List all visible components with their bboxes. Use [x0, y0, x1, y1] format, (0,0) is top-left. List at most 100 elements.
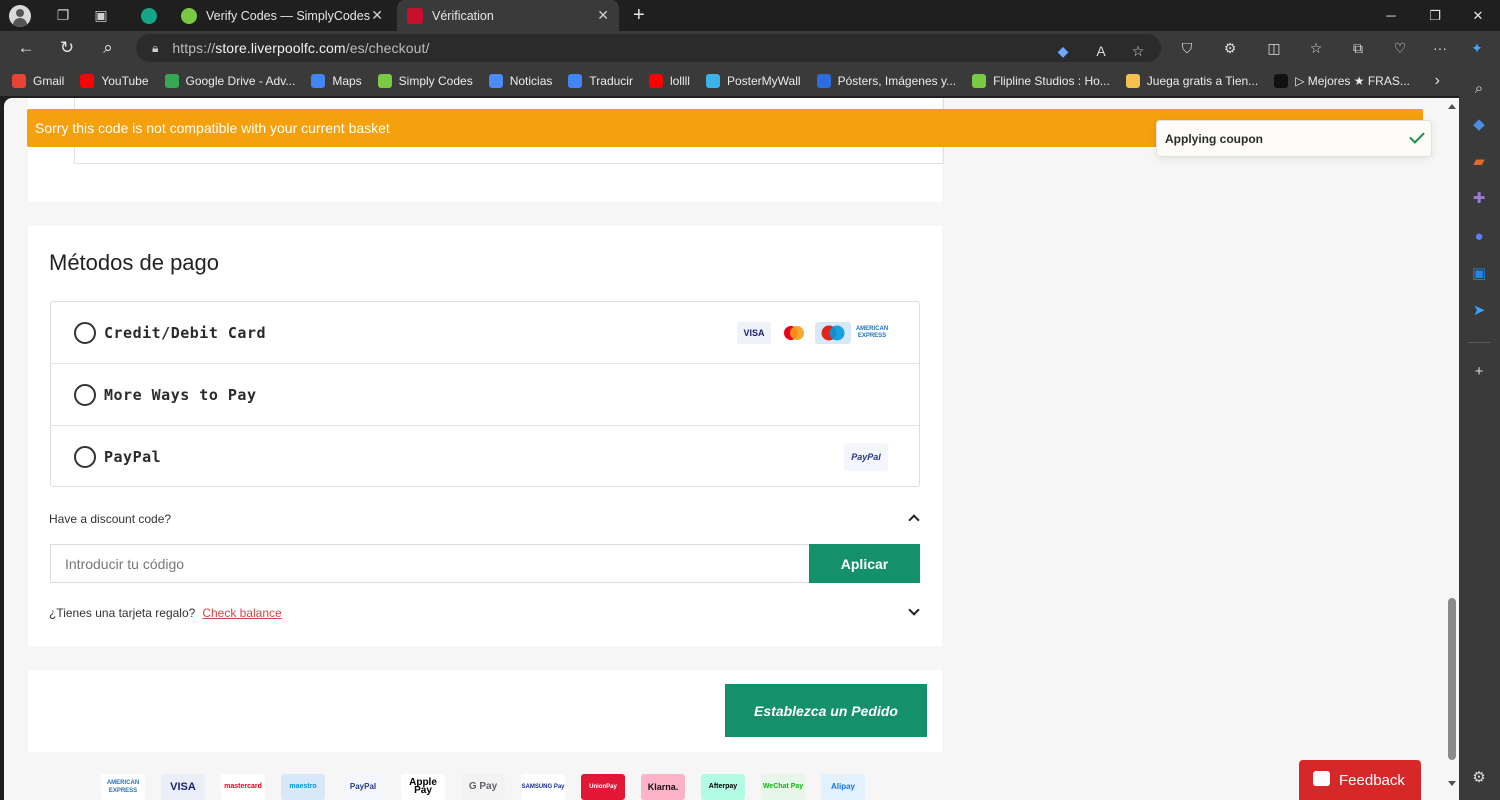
- bookmark-label: Maps: [332, 73, 362, 88]
- card-radio[interactable]: [74, 321, 96, 344]
- url-text[interactable]: https://store.liverpoolfc.com/es/checkou…: [172, 40, 429, 56]
- footer-payment-logo: G Pay: [461, 774, 505, 800]
- applying-coupon-toast: Applying coupon: [1156, 120, 1432, 157]
- bookmark-item[interactable]: PosterMyWall: [705, 73, 801, 88]
- footer-payment-logo: WeChat Pay: [761, 774, 805, 800]
- split-screen-icon[interactable]: ◫: [1264, 38, 1284, 58]
- address-bar[interactable]: 🔒︎ https://store.liverpoolfc.com/es/chec…: [136, 34, 1161, 62]
- order-section: Establezca un Pedido: [28, 670, 942, 752]
- workspaces-icon[interactable]: ❐: [51, 4, 75, 28]
- tab-label: Verify Codes — SimplyCodes: [206, 8, 370, 23]
- bookmark-item[interactable]: Google Drive - Adv...: [164, 73, 295, 88]
- payment-option-card[interactable]: Credit/Debit Card VISA AMERICAN EXPRESS: [51, 302, 919, 364]
- scroll-up-icon[interactable]: [1448, 104, 1456, 109]
- footer-payment-logo: SAMSUNG Pay: [521, 774, 565, 800]
- apply-code-button[interactable]: Aplicar: [809, 544, 920, 583]
- sidebar-copilot-icon[interactable]: ●: [1468, 225, 1490, 247]
- bookmark-item[interactable]: YouTube: [80, 73, 149, 88]
- bookmark-item[interactable]: Flipline Studios : Ho...: [972, 73, 1110, 88]
- profile-avatar-icon[interactable]: [9, 4, 31, 27]
- footer-payment-logo: maestro: [281, 774, 325, 800]
- sidebar-settings-icon[interactable]: ⚙: [1468, 766, 1490, 788]
- paypal-radio[interactable]: [74, 446, 96, 468]
- discount-code-input[interactable]: [50, 544, 810, 583]
- bookmark-item[interactable]: Maps: [311, 73, 362, 88]
- bookmark-favicon-icon: [816, 73, 831, 88]
- pinned-tab-icon[interactable]: [137, 4, 161, 28]
- payment-option-more[interactable]: More Ways to Pay: [51, 364, 919, 426]
- check-balance-link[interactable]: Check balance: [202, 606, 281, 620]
- payment-option-label: PayPal: [104, 448, 162, 466]
- search-icon[interactable]: ⌕: [93, 33, 123, 63]
- bookmark-item[interactable]: Juega gratis a Tien...: [1125, 73, 1258, 88]
- chevron-down-icon[interactable]: [908, 604, 920, 616]
- bookmark-item[interactable]: Pósters, Imágenes y...: [816, 73, 956, 88]
- sidebar-send-icon[interactable]: ➤: [1468, 299, 1490, 321]
- sidebar-add-icon[interactable]: +: [1468, 360, 1490, 382]
- close-tab-icon[interactable]: ✕: [371, 7, 383, 24]
- scroll-thumb[interactable]: [1448, 598, 1456, 760]
- toast-message: Applying coupon: [1165, 131, 1263, 146]
- restore-icon[interactable]: ❐: [1412, 0, 1458, 31]
- read-aloud-icon[interactable]: A: [1091, 41, 1111, 61]
- maestro-logo: [815, 321, 851, 344]
- tab-verification[interactable]: Vérification ✕: [397, 0, 619, 31]
- bookmark-item[interactable]: Traducir: [568, 73, 633, 88]
- shield-icon[interactable]: ⛉: [1177, 38, 1197, 58]
- bookmark-favicon-icon: [377, 73, 392, 88]
- back-icon[interactable]: ←: [11, 33, 41, 63]
- scroll-down-icon[interactable]: [1448, 781, 1456, 786]
- coupon-tag-icon[interactable]: ◆: [1053, 41, 1073, 61]
- bookmark-favicon-icon: [705, 73, 720, 88]
- lock-icon[interactable]: 🔒︎: [152, 41, 158, 56]
- copilot-icon[interactable]: ✦: [1467, 38, 1487, 58]
- feedback-icon: [1313, 771, 1330, 786]
- payment-option-paypal[interactable]: PayPal PayPal: [51, 426, 919, 488]
- bookmarks-overflow-icon[interactable]: ›: [1435, 72, 1440, 90]
- minimize-icon[interactable]: ─: [1368, 0, 1414, 31]
- chevron-up-icon[interactable]: [908, 514, 920, 526]
- bookmark-favicon-icon: [311, 73, 326, 88]
- sidebar-games-icon[interactable]: ✚: [1468, 187, 1490, 209]
- footer-payment-logo: Afterpay: [701, 774, 745, 800]
- tab-simplycodes[interactable]: Verify Codes — SimplyCodes ✕: [171, 0, 393, 31]
- tab-actions-icon[interactable]: ▣: [89, 4, 113, 28]
- place-order-button[interactable]: Establezca un Pedido: [725, 684, 927, 737]
- footer-payment-logo: AMERICAN EXPRESS: [101, 774, 145, 800]
- sidebar-search-icon[interactable]: ⌕: [1468, 77, 1490, 99]
- liverpool-icon: [407, 7, 423, 24]
- collections-icon[interactable]: ⧉: [1348, 38, 1368, 58]
- sidebar-shopping-icon[interactable]: ◆: [1468, 113, 1490, 135]
- footer-payment-logo: UnionPay: [581, 774, 625, 800]
- payment-option-label: More Ways to Pay: [104, 385, 257, 404]
- bookmark-item[interactable]: Gmail: [12, 73, 65, 88]
- bookmark-label: Flipline Studios : Ho...: [993, 73, 1110, 88]
- footer-payment-logo: PayPal: [341, 774, 385, 800]
- extensions-icon[interactable]: ⚙: [1220, 38, 1240, 58]
- refresh-icon[interactable]: ↻: [52, 33, 82, 63]
- more-ways-radio[interactable]: [74, 383, 96, 406]
- new-tab-icon[interactable]: +: [633, 4, 645, 27]
- bookmark-favicon-icon: [568, 73, 583, 88]
- footer-payment-logo: Klarna.: [641, 774, 685, 800]
- bookmark-item[interactable]: Simply Codes: [377, 73, 473, 88]
- performance-icon[interactable]: ♡: [1390, 38, 1410, 58]
- visa-logo: VISA: [737, 321, 771, 344]
- feedback-button[interactable]: Feedback: [1299, 760, 1421, 800]
- footer-payment-logo: VISA: [161, 774, 205, 800]
- sidebar-tools-icon[interactable]: ▰: [1468, 150, 1490, 172]
- bookmark-label: Gmail: [33, 73, 65, 88]
- bookmark-item[interactable]: Noticias: [488, 73, 552, 88]
- bookmark-item[interactable]: lollll: [648, 73, 690, 88]
- more-menu-icon[interactable]: ···: [1430, 38, 1450, 58]
- sidebar-outlook-icon[interactable]: ▣: [1468, 262, 1490, 284]
- footer-payment-logo: Apple Pay: [401, 774, 445, 800]
- close-tab-icon[interactable]: ✕: [597, 7, 609, 24]
- page-scrollbar[interactable]: [1445, 98, 1459, 800]
- favorites-icon[interactable]: ☆: [1306, 38, 1326, 58]
- bookmark-item[interactable]: ▷ Mejores ★ FRAS...: [1274, 73, 1410, 88]
- bookmark-favicon-icon: [1125, 73, 1140, 88]
- favorite-star-icon[interactable]: ☆: [1128, 41, 1148, 61]
- window-close-icon[interactable]: ✕: [1455, 0, 1500, 31]
- tab-label: Vérification: [432, 8, 494, 23]
